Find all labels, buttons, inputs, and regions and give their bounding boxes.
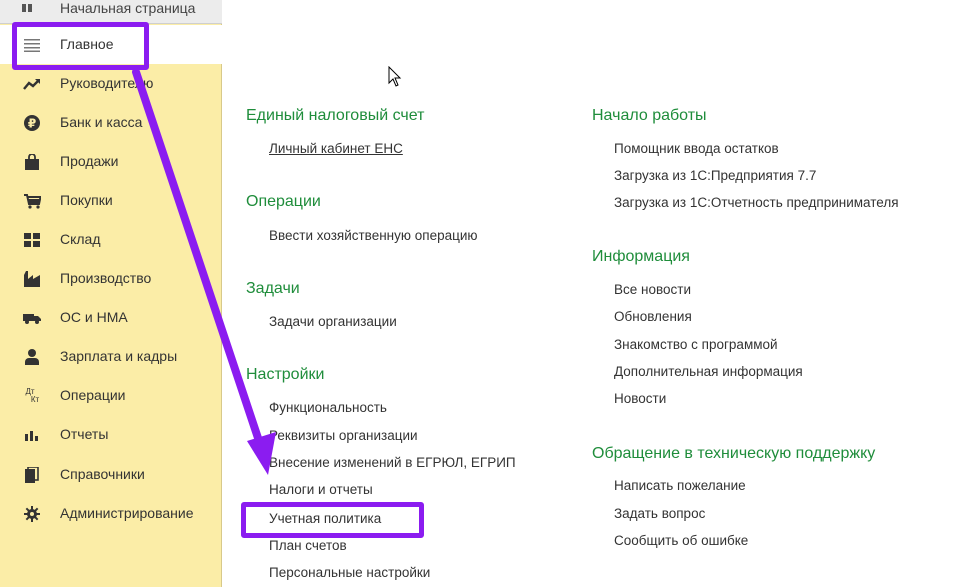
mouse-pointer-icon [388, 66, 402, 87]
debit-credit-icon: Дт Кт [23, 387, 41, 405]
link-taxes-reports[interactable]: Налоги и отчеты [269, 482, 373, 497]
link-org-details[interactable]: Реквизиты организации [269, 428, 418, 443]
section-title-tasks: Задачи [246, 280, 300, 297]
sidebar-item-label: Производство [60, 270, 152, 286]
link-ens-cabinet[interactable]: Личный кабинет ЕНС [269, 141, 403, 156]
sidebar-item-reports[interactable]: Отчеты [0, 415, 222, 454]
highlight-main-menu [12, 22, 149, 70]
sidebar-item-label: Покупки [60, 192, 113, 208]
section-title-ens: Единый налоговый счет [246, 107, 425, 124]
shopping-cart-icon [23, 192, 41, 210]
link-balance-wizard[interactable]: Помощник ввода остатков [614, 141, 779, 156]
link-chart-of-accounts[interactable]: План счетов [269, 538, 347, 553]
sidebar-item-purchases[interactable]: Покупки [0, 181, 222, 220]
home-grid-icon [22, 4, 32, 12]
sidebar-item-label: Администрирование [60, 505, 194, 521]
sidebar-item-label: Справочники [60, 466, 145, 482]
sidebar-item-label: Зарплата и кадры [60, 348, 178, 364]
link-load-77[interactable]: Загрузка из 1С:Предприятия 7.7 [614, 168, 816, 183]
link-all-news[interactable]: Все новости [614, 282, 691, 297]
highlight-accounting-policy [241, 502, 424, 538]
sidebar-item-label: Начальная страница [60, 0, 196, 16]
bar-chart-icon [23, 426, 41, 444]
sidebar-item-production[interactable]: Производство [0, 259, 222, 298]
link-personal-settings[interactable]: Персональные настройки [269, 565, 430, 580]
link-intro[interactable]: Знакомство с программой [614, 337, 778, 352]
section-title-support: Обращение в техническую поддержку [592, 445, 876, 462]
books-icon [23, 466, 41, 484]
sidebar-item-salary[interactable]: Зарплата и кадры [0, 337, 222, 376]
credit-label: Кт [30, 395, 40, 404]
section-title-start: Начало работы [592, 107, 707, 124]
link-extra-info[interactable]: Дополнительная информация [614, 364, 803, 379]
sidebar-item-warehouse[interactable]: Склад [0, 220, 222, 259]
trend-up-icon [23, 75, 41, 93]
truck-icon [23, 309, 41, 327]
ruble-coin-icon: ₽ [23, 114, 41, 132]
link-egrul-changes[interactable]: Внесение изменений в ЕГРЮЛ, ЕГРИП [269, 455, 516, 470]
person-icon [23, 348, 41, 366]
sidebar: Начальная страница Главное Руководителю … [0, 0, 222, 587]
shopping-bag-icon [23, 153, 41, 171]
section-title-operations: Операции [246, 193, 321, 210]
link-updates[interactable]: Обновления [614, 309, 692, 324]
section-title-info: Информация [592, 248, 690, 265]
sidebar-item-sales[interactable]: Продажи [0, 142, 222, 181]
sidebar-item-label: Операции [60, 387, 126, 403]
link-org-tasks[interactable]: Задачи организации [269, 314, 397, 329]
link-report-error[interactable]: Сообщить об ошибке [614, 533, 748, 548]
link-news[interactable]: Новости [614, 391, 666, 406]
svg-text:₽: ₽ [28, 117, 36, 131]
link-functionality[interactable]: Функциональность [269, 400, 387, 415]
sidebar-item-label: Склад [60, 231, 101, 247]
sidebar-item-bank[interactable]: ₽ Банк и касса [0, 103, 222, 142]
link-ask-question[interactable]: Задать вопрос [614, 506, 705, 521]
sidebar-item-assets[interactable]: ОС и НМА [0, 298, 222, 337]
factory-icon [23, 270, 41, 288]
sidebar-item-label: Продажи [60, 153, 119, 169]
warehouse-grid-icon [23, 231, 41, 249]
link-load-entrepreneur[interactable]: Загрузка из 1С:Отчетность предпринимател… [614, 195, 899, 210]
section-title-settings: Настройки [246, 366, 325, 383]
link-enter-operation[interactable]: Ввести хозяйственную операцию [269, 228, 478, 243]
sidebar-item-label: Руководителю [60, 75, 154, 91]
sidebar-item-directories[interactable]: Справочники [0, 455, 222, 494]
sidebar-item-label: Отчеты [60, 426, 109, 442]
sidebar-item-admin[interactable]: Администрирование [0, 494, 222, 533]
sidebar-item-operations[interactable]: Дт Кт Операции [0, 376, 222, 415]
link-suggestion[interactable]: Написать пожелание [614, 478, 746, 493]
sidebar-item-home[interactable]: Начальная страница [0, 0, 222, 24]
sidebar-item-label: Банк и касса [60, 114, 143, 130]
gear-icon [23, 505, 41, 523]
sidebar-item-label: ОС и НМА [60, 309, 128, 325]
